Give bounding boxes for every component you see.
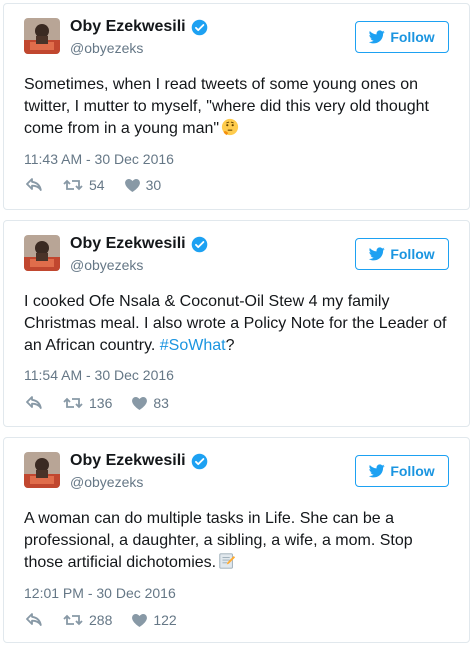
- tweet-timestamp[interactable]: 12:01 PM - 30 Dec 2016: [24, 585, 176, 601]
- user-handle[interactable]: @obyezeks: [70, 40, 143, 56]
- reply-button[interactable]: [26, 178, 43, 192]
- twitter-bird-icon: [369, 464, 386, 478]
- retweet-button[interactable]: 136: [63, 395, 112, 411]
- display-name[interactable]: Oby Ezekwesili: [70, 452, 186, 470]
- follow-button[interactable]: Follow: [355, 455, 449, 487]
- tweet-text: A woman can do multiple tasks in Life. S…: [24, 508, 451, 574]
- tweet-text-body: I cooked Ofe Nsala & Coconut-Oil Stew 4 …: [24, 293, 447, 354]
- twitter-bird-icon: [369, 30, 386, 44]
- heart-icon: [132, 396, 148, 410]
- tweet-text: I cooked Ofe Nsala & Coconut-Oil Stew 4 …: [24, 291, 451, 357]
- verified-badge-icon: [191, 453, 207, 469]
- retweet-count: 288: [89, 612, 113, 628]
- reply-icon: [26, 396, 42, 409]
- retweet-icon: [63, 179, 83, 191]
- like-button[interactable]: 30: [124, 177, 162, 193]
- like-count: 122: [153, 612, 177, 628]
- retweet-count: 54: [89, 177, 105, 193]
- retweet-button[interactable]: 54: [63, 177, 105, 193]
- tweet-text-tail: ?: [225, 337, 235, 354]
- reply-icon: [26, 178, 42, 191]
- display-name[interactable]: Oby Ezekwesili: [70, 235, 186, 253]
- heart-icon: [124, 178, 140, 192]
- retweet-count: 136: [89, 395, 113, 411]
- tweet-card: Oby Ezekwesili @obyezeks Follow Sometime…: [3, 3, 470, 210]
- memo-emoji-icon: [219, 553, 236, 569]
- display-name[interactable]: Oby Ezekwesili: [70, 18, 186, 36]
- thinking-face-emoji-icon: [222, 118, 239, 136]
- user-handle[interactable]: @obyezeks: [70, 474, 143, 490]
- tweet-timestamp[interactable]: 11:43 AM - 30 Dec 2016: [24, 151, 174, 167]
- like-button[interactable]: 83: [132, 395, 169, 411]
- avatar[interactable]: [24, 452, 60, 488]
- like-count: 30: [145, 177, 162, 193]
- verified-badge-icon: [191, 19, 207, 35]
- retweet-icon: [63, 614, 83, 626]
- tweet-card: Oby Ezekwesili @obyezeks Follow A woman …: [3, 437, 470, 643]
- follow-button[interactable]: Follow: [355, 238, 449, 270]
- verified-badge-icon: [191, 236, 207, 252]
- tweet-timestamp[interactable]: 11:54 AM - 30 Dec 2016: [24, 367, 174, 383]
- tweet-text: Sometimes, when I read tweets of some yo…: [24, 74, 451, 140]
- avatar[interactable]: [24, 235, 60, 271]
- follow-label: Follow: [390, 246, 435, 262]
- follow-label: Follow: [390, 463, 435, 479]
- reply-button[interactable]: [26, 613, 43, 627]
- like-button[interactable]: 122: [132, 612, 177, 628]
- heart-icon: [132, 613, 148, 627]
- twitter-bird-icon: [369, 247, 386, 261]
- reply-button[interactable]: [26, 396, 43, 410]
- like-count: 83: [153, 395, 169, 411]
- reply-icon: [26, 613, 42, 626]
- follow-button[interactable]: Follow: [355, 21, 449, 53]
- retweet-icon: [63, 397, 83, 409]
- retweet-button[interactable]: 288: [63, 612, 112, 628]
- user-handle[interactable]: @obyezeks: [70, 257, 143, 273]
- avatar[interactable]: [24, 18, 60, 54]
- follow-label: Follow: [390, 29, 435, 45]
- tweet-card: Oby Ezekwesili @obyezeks Follow I cooked…: [3, 220, 470, 427]
- hashtag-link[interactable]: #SoWhat: [160, 337, 226, 354]
